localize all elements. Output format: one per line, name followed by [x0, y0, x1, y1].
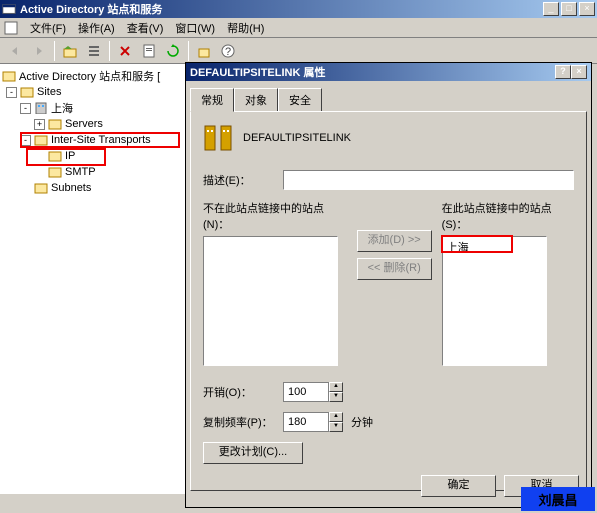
- dialog-title: DEFAULTIPSITELINK 属性: [190, 64, 555, 80]
- window-icon: [4, 21, 18, 35]
- menu-file[interactable]: 文件(F): [24, 18, 72, 38]
- export-icon: [197, 44, 211, 58]
- forward-button[interactable]: [28, 40, 50, 62]
- delete-x-icon: [118, 44, 132, 58]
- watermark-stamp: 刘晨昌: [521, 487, 595, 511]
- menu-help[interactable]: 帮助(H): [221, 18, 270, 38]
- repl-down[interactable]: ▼: [329, 422, 343, 432]
- cost-value[interactable]: 100: [283, 382, 329, 402]
- toolbar: ?: [0, 38, 597, 64]
- root-icon: [2, 70, 16, 82]
- refresh-icon: [166, 44, 180, 58]
- menu-view[interactable]: 查看(V): [121, 18, 170, 38]
- tree-smtp[interactable]: SMTP: [65, 166, 96, 178]
- list-icon: [87, 44, 101, 58]
- twisty-shanghai[interactable]: -: [20, 103, 31, 114]
- close-button[interactable]: ×: [579, 2, 595, 16]
- back-button[interactable]: [4, 40, 26, 62]
- desc-label: 描述(E)：: [203, 172, 283, 188]
- properties-button[interactable]: [138, 40, 160, 62]
- maximize-button[interactable]: □: [561, 2, 577, 16]
- tree-root[interactable]: Active Directory 站点和服务 [: [19, 68, 160, 84]
- delete-button[interactable]: [114, 40, 136, 62]
- help-button[interactable]: ?: [217, 40, 239, 62]
- tabstrip: 常规 对象 安全: [190, 87, 587, 111]
- properties-dialog: DEFAULTIPSITELINK 属性 ? × 常规 对象 安全 DEFAUL…: [185, 62, 592, 508]
- in-label: 在此站点链接中的站点(S)：: [442, 200, 574, 232]
- properties-icon: [142, 44, 156, 58]
- repl-up[interactable]: ▲: [329, 412, 343, 422]
- tab-security[interactable]: 安全: [278, 88, 322, 112]
- in-listbox[interactable]: 上海: [442, 236, 547, 366]
- ok-button[interactable]: 确定: [421, 475, 496, 497]
- cost-spinner[interactable]: 100 ▲▼: [283, 382, 343, 402]
- repl-unit: 分钟: [351, 414, 373, 430]
- highlight-ist: [20, 132, 180, 148]
- tree-panel[interactable]: Active Directory 站点和服务 [ -Sites -上海 +Ser…: [0, 64, 187, 494]
- menu-window[interactable]: 窗口(W): [169, 18, 221, 38]
- sitelink-icon: [203, 122, 235, 154]
- menu-action[interactable]: 操作(A): [72, 18, 121, 38]
- folder-icon: [34, 182, 48, 194]
- cost-up[interactable]: ▲: [329, 382, 343, 392]
- schedule-button[interactable]: 更改计划(C)...: [203, 442, 303, 464]
- show-button[interactable]: [83, 40, 105, 62]
- sitelink-name: DEFAULTIPSITELINK: [243, 132, 351, 144]
- up-button[interactable]: [59, 40, 81, 62]
- tab-content: DEFAULTIPSITELINK 描述(E)： 不在此站点链接中的站点(N)：…: [190, 111, 587, 491]
- not-in-listbox[interactable]: [203, 236, 338, 366]
- repl-label: 复制频率(P)：: [203, 414, 283, 430]
- arrow-left-icon: [8, 44, 22, 58]
- repl-spinner[interactable]: 180 ▲▼: [283, 412, 343, 432]
- main-titlebar: Active Directory 站点和服务 _ □ ×: [0, 0, 597, 18]
- highlight-in-item: [441, 235, 513, 253]
- cost-label: 开销(O)：: [203, 384, 283, 400]
- dialog-titlebar: DEFAULTIPSITELINK 属性 ? ×: [186, 63, 591, 81]
- menubar: 文件(F) 操作(A) 查看(V) 窗口(W) 帮助(H): [0, 18, 597, 38]
- tab-general[interactable]: 常规: [190, 88, 234, 112]
- twisty-servers[interactable]: +: [34, 119, 45, 130]
- remove-button[interactable]: << 删除(R): [357, 258, 432, 280]
- building-icon: [34, 102, 48, 114]
- not-in-label: 不在此站点链接中的站点(N)：: [203, 200, 347, 232]
- app-icon: [2, 2, 16, 16]
- folder-icon: [48, 166, 62, 178]
- tree-subnets[interactable]: Subnets: [51, 182, 91, 194]
- refresh-button[interactable]: [162, 40, 184, 62]
- folder-icon: [48, 118, 62, 130]
- tree-servers[interactable]: Servers: [65, 118, 103, 130]
- main-title: Active Directory 站点和服务: [20, 1, 543, 17]
- add-button[interactable]: 添加(D) >>: [357, 230, 432, 252]
- arrow-right-icon: [32, 44, 46, 58]
- svg-text:?: ?: [225, 46, 231, 58]
- tab-object[interactable]: 对象: [234, 88, 278, 112]
- cost-down[interactable]: ▼: [329, 392, 343, 402]
- folder-icon: [20, 86, 34, 98]
- folder-up-icon: [63, 44, 77, 58]
- desc-input[interactable]: [283, 170, 574, 190]
- highlight-ip: [26, 148, 106, 166]
- tree-sites[interactable]: Sites: [37, 86, 61, 98]
- dialog-help-button[interactable]: ?: [555, 65, 571, 79]
- export-button[interactable]: [193, 40, 215, 62]
- twisty-sites[interactable]: -: [6, 87, 17, 98]
- help-icon: ?: [221, 44, 235, 58]
- repl-value[interactable]: 180: [283, 412, 329, 432]
- tree-shanghai[interactable]: 上海: [51, 100, 73, 116]
- dialog-close-button[interactable]: ×: [571, 65, 587, 79]
- minimize-button[interactable]: _: [543, 2, 559, 16]
